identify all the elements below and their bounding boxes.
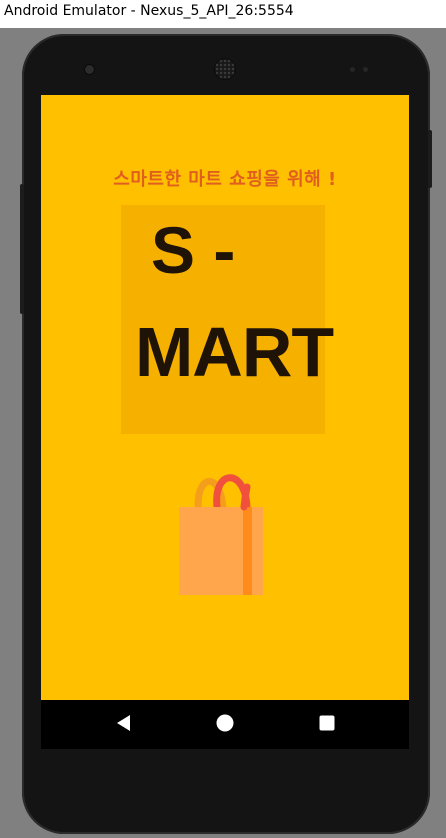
front-camera xyxy=(85,65,94,74)
window-title: Android Emulator - Nexus_5_API_26:5554 xyxy=(4,3,294,19)
light-sensor xyxy=(363,67,368,72)
proximity-sensor xyxy=(350,67,355,72)
home-button[interactable] xyxy=(195,700,255,749)
recents-button[interactable] xyxy=(297,700,357,749)
shopping-bag-icon xyxy=(173,467,273,597)
volume-button[interactable] xyxy=(20,184,24,314)
back-button[interactable] xyxy=(93,700,153,749)
logo-line-2: MART xyxy=(135,313,334,391)
back-triangle-icon xyxy=(115,714,131,736)
recents-square-icon xyxy=(319,715,335,735)
emulator-title-bar[interactable]: Android Emulator - Nexus_5_API_26:5554 xyxy=(0,0,446,28)
home-circle-icon xyxy=(216,714,234,736)
app-screen: 스마트한 마트 쇼핑을 위해 ! S - MART xyxy=(41,95,409,700)
logo-box: S - MART xyxy=(121,205,334,434)
tagline-text: 스마트한 마트 쇼핑을 위해 ! xyxy=(113,169,337,190)
navigation-bar xyxy=(41,700,409,749)
power-button[interactable] xyxy=(428,130,432,188)
logo-line-1: S - xyxy=(151,213,236,287)
earpiece-speaker xyxy=(215,59,235,79)
